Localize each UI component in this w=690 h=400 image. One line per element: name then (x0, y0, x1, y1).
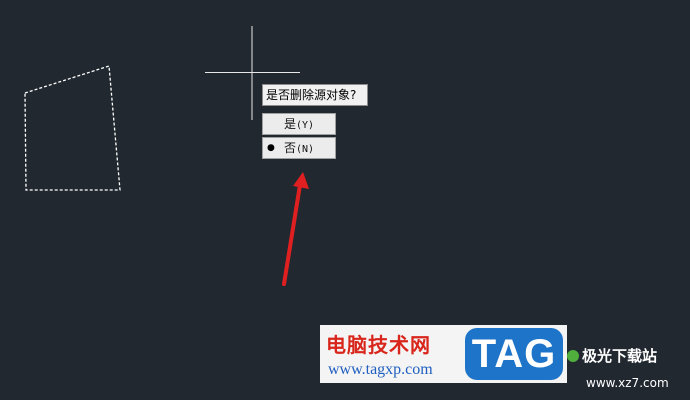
site-watermark: 电脑技术网 www.tagxp.com TAG (320, 325, 567, 383)
selected-shape[interactable] (24, 65, 121, 191)
prompt-text: 是否删除源对象? (266, 88, 357, 102)
xz-logo-icon (567, 350, 579, 362)
watermark-site-url: www.tagxp.com (328, 361, 433, 378)
corner-watermark-name: 极光下载站 (582, 347, 658, 365)
option-no-label: 否 (283, 141, 296, 155)
option-yes[interactable]: 是(Y) (262, 113, 336, 135)
option-no-key: (N) (295, 144, 315, 155)
option-yes-label: 是 (283, 117, 296, 131)
corner-watermark-url: www.xz7.com (586, 376, 669, 390)
watermark-site-name: 电脑技术网 (326, 333, 431, 357)
delete-source-prompt: 是否删除源对象? (262, 84, 368, 106)
option-menu: 是(Y) ● 否(N) (262, 113, 336, 161)
option-no[interactable]: ● 否(N) (262, 137, 336, 159)
selected-bullet-icon: ● (267, 143, 275, 153)
tag-logo-icon: TAG (465, 328, 563, 380)
option-yes-key: (Y) (295, 120, 315, 131)
annotation-arrow (282, 172, 309, 286)
cad-drawing-area[interactable]: 是否删除源对象? 是(Y) ● 否(N) 电脑技术网 www.tagxp.com… (0, 0, 690, 400)
